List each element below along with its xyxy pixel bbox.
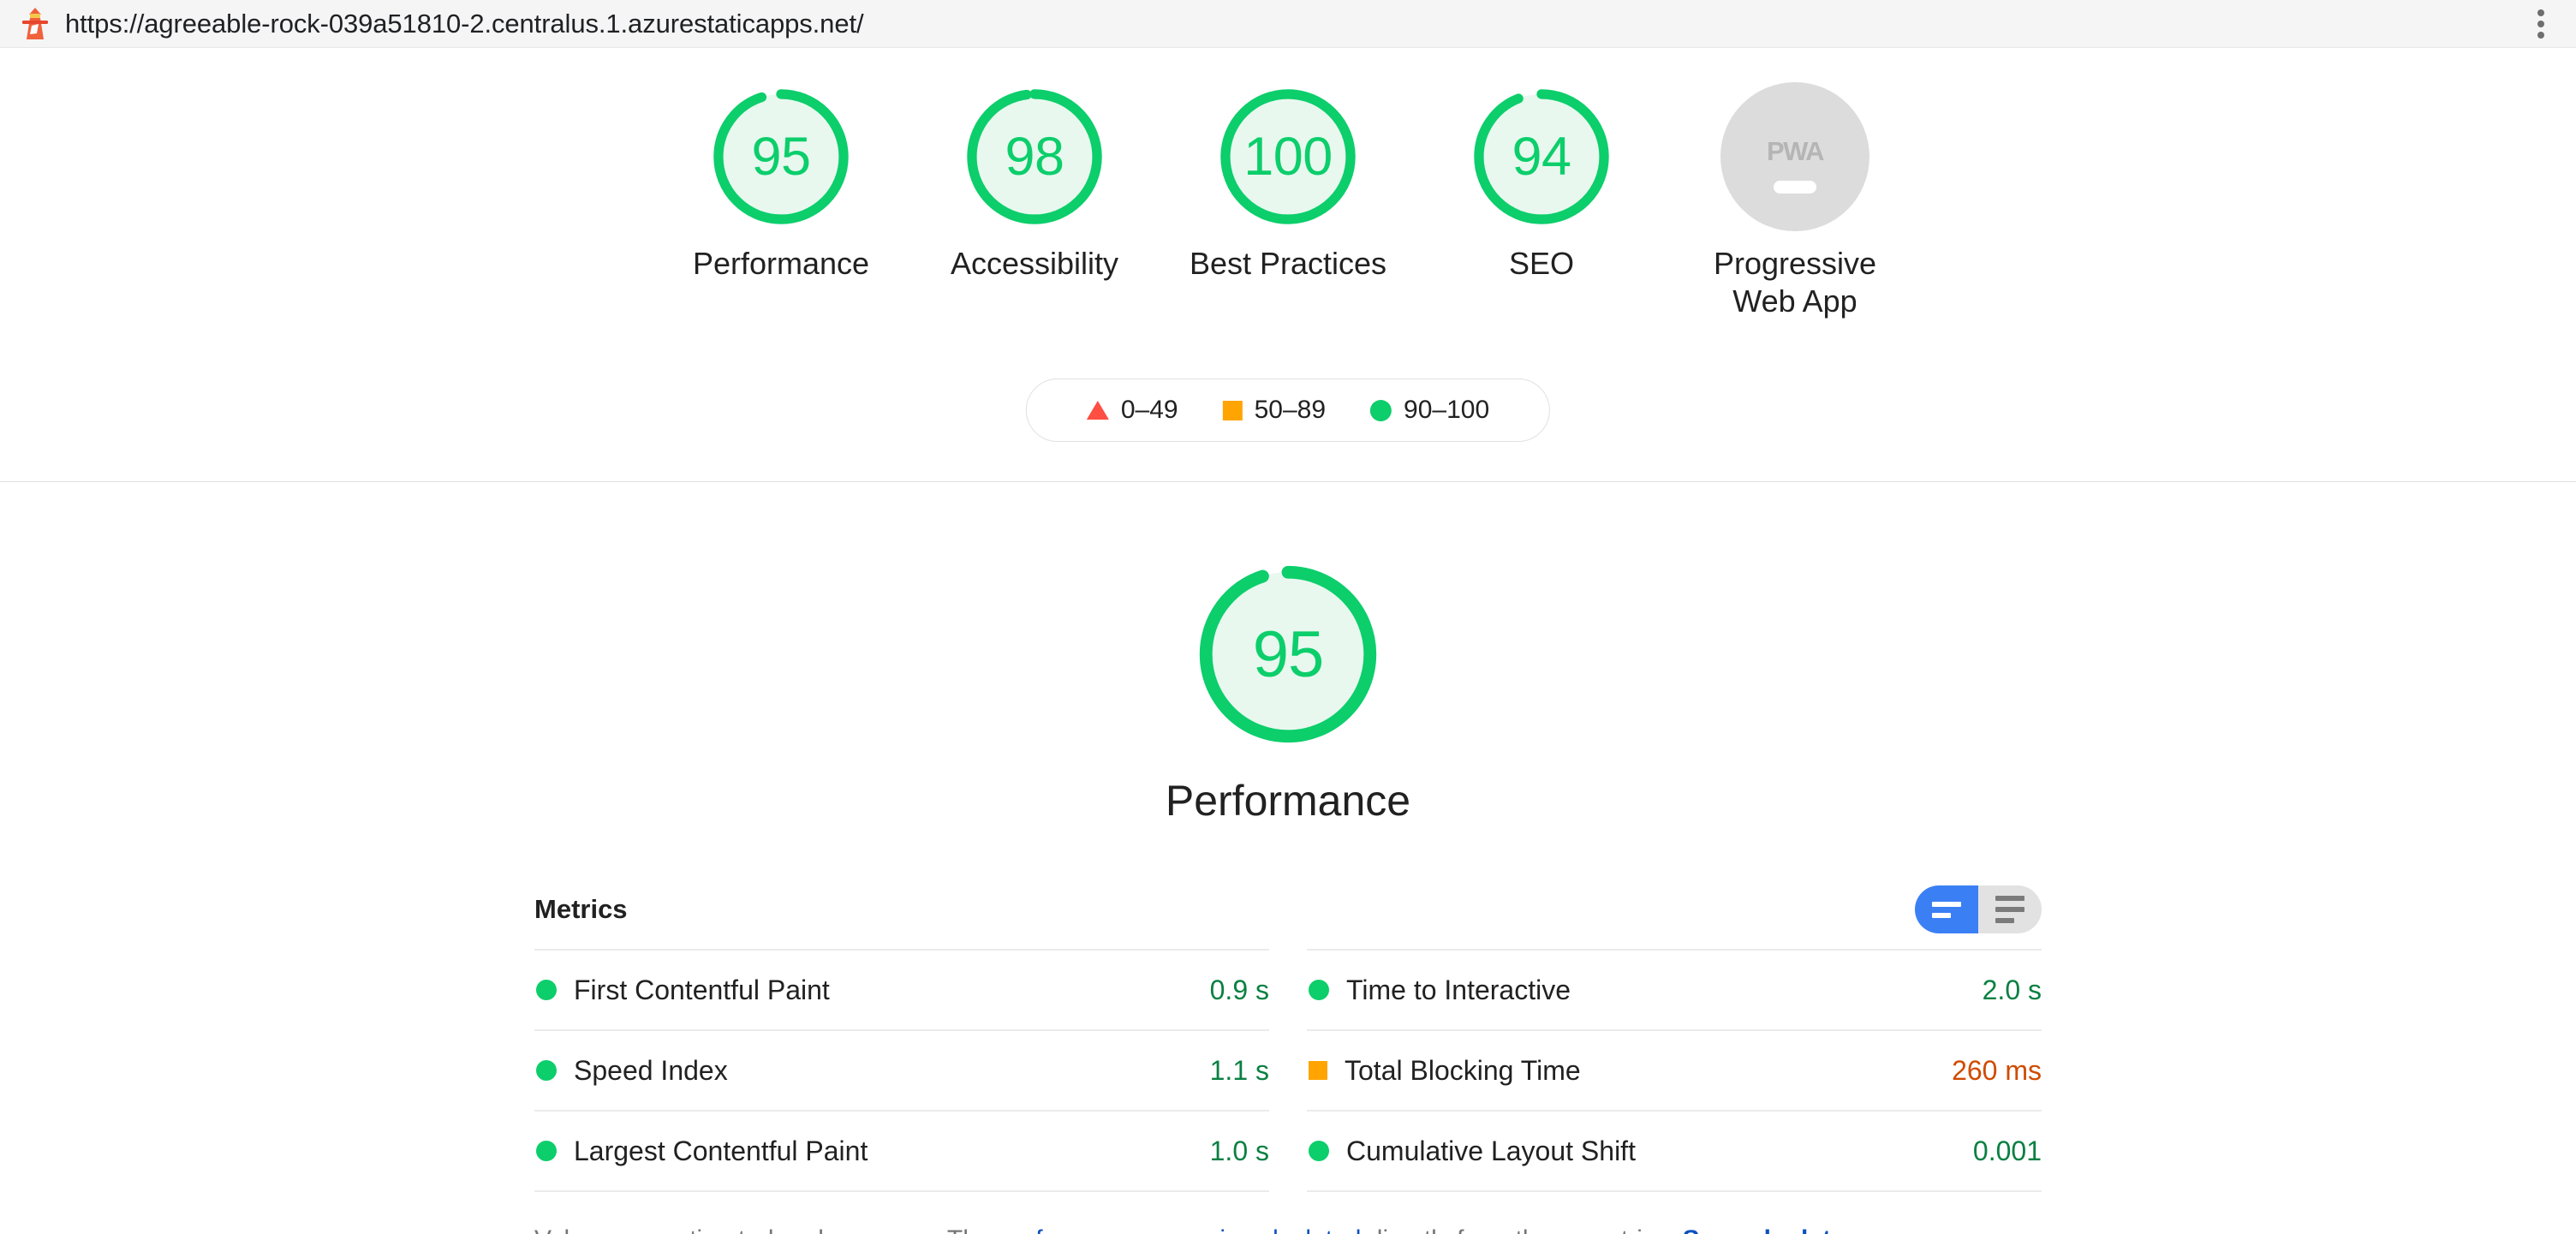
square-average-icon (1222, 400, 1243, 420)
gauge-value-best-practices: 100 (1243, 127, 1333, 187)
metric-row-time-to-interactive[interactable]: Time to Interactive 2.0 s (1307, 951, 2042, 1031)
triangle-fail-icon (1086, 401, 1109, 420)
score-gauge-accessibility[interactable]: 98 Accessibility (908, 82, 1161, 283)
kebab-dot (2537, 9, 2544, 16)
toggle-bar (1932, 901, 1961, 907)
metric-name: Total Blocking Time (1345, 1054, 1581, 1086)
kebab-menu-icon[interactable] (2523, 6, 2559, 42)
metrics-grid: First Contentful Paint 0.9 s Speed Index… (534, 949, 2042, 1192)
gauge-arc-best-practices: 100 (1213, 82, 1363, 231)
metrics-block: Metrics First Contentful Paint 0.9 s Spe… (534, 885, 2042, 1234)
metric-name: Largest Contentful Paint (574, 1135, 868, 1166)
gauge-label-seo: SEO (1508, 246, 1575, 281)
metrics-disclaimer-part1: Values are estimated and may vary. The (534, 1225, 999, 1234)
performance-score-value: 95 (1252, 617, 1325, 691)
metrics-column-right: Time to Interactive 2.0 s Total Blocking… (1307, 949, 2042, 1192)
legend-label-pass: 90–100 (1404, 396, 1490, 424)
performance-category-title: Performance (1165, 777, 1411, 825)
legend-item-pass: 90–100 (1370, 396, 1489, 425)
lighthouse-icon (22, 7, 48, 39)
legend-label-fail: 0–49 (1120, 396, 1178, 424)
performance-category-section: 95 Performance Metrics First Contentful … (0, 483, 2576, 1234)
metric-status-icon-pass (536, 1060, 557, 1081)
pwa-not-applicable-dash-icon (1774, 180, 1816, 194)
metric-row-largest-contentful-paint[interactable]: Largest Contentful Paint 1.0 s (534, 1112, 1269, 1192)
kebab-dot (2537, 31, 2544, 39)
score-gauge-best-practices[interactable]: 100 Best Practices (1161, 82, 1415, 283)
toggle-bar (1995, 918, 2014, 923)
metric-row-cumulative-layout-shift[interactable]: Cumulative Layout Shift 0.001 (1307, 1112, 2042, 1192)
gauge-label-performance: Performance (692, 246, 870, 281)
metrics-header: Metrics (534, 885, 2042, 949)
gauge-value-seo: 94 (1512, 127, 1571, 187)
pwa-text: PWA (1766, 135, 1825, 166)
score-gauges-row: 95 Performance 98 Accessibility 100 Best… (0, 82, 2576, 321)
metrics-toggle-expanded-view[interactable] (1978, 885, 2042, 933)
gauge-label-pwa: Progressive Web App (1713, 246, 1877, 319)
metric-row-total-blocking-time[interactable]: Total Blocking Time 260 ms (1307, 1031, 2042, 1112)
legend-item-average: 50–89 (1222, 396, 1327, 425)
metrics-disclaimer-part2: directly from these metrics. (1361, 1225, 1682, 1234)
metrics-disclaimer: Values are estimated and may vary. The p… (534, 1223, 2042, 1234)
metrics-column-left: First Contentful Paint 0.9 s Speed Index… (534, 949, 1269, 1192)
metric-row-speed-index[interactable]: Speed Index 1.1 s (534, 1031, 1269, 1112)
gauge-arc-accessibility: 98 (960, 82, 1109, 231)
toggle-bar (1995, 896, 2024, 901)
legend-label-average: 50–89 (1254, 396, 1327, 424)
gauge-label-best-practices: Best Practices (1189, 246, 1387, 281)
metric-name: First Contentful Paint (574, 974, 830, 1005)
metrics-toggle-simple-view[interactable] (1915, 885, 1978, 933)
see-calculator-link[interactable]: See calculator. (1683, 1225, 1863, 1234)
metrics-view-toggle[interactable] (1915, 885, 2042, 933)
legend-item-fail: 0–49 (1086, 396, 1178, 425)
metric-name: Time to Interactive (1346, 974, 1571, 1005)
metric-value: 260 ms (1952, 1054, 2042, 1086)
metric-value: 2.0 s (1982, 974, 2042, 1005)
score-gauge-pwa[interactable]: PWA Progressive Web App (1668, 82, 1922, 321)
pwa-badge: PWA (1720, 82, 1869, 231)
gauge-label-accessibility: Accessibility (950, 246, 1119, 281)
url-text[interactable]: https://agreeable-rock-039a51810-2.centr… (65, 9, 2523, 39)
metric-name: Speed Index (574, 1054, 728, 1086)
metric-status-icon-pass (1309, 980, 1329, 1000)
toggle-bar (1932, 912, 1951, 918)
gauge-value-performance: 95 (751, 127, 811, 187)
performance-score-calculated-link[interactable]: performance score is calculated (999, 1225, 1362, 1234)
metric-value: 1.1 s (1209, 1054, 1269, 1086)
toggle-bar (1995, 907, 2024, 912)
metric-value: 1.0 s (1209, 1135, 1269, 1166)
browser-url-bar: https://agreeable-rock-039a51810-2.centr… (0, 0, 2576, 48)
metric-value: 0.9 s (1209, 974, 1269, 1005)
metric-value: 0.001 (1972, 1135, 2042, 1166)
metric-status-icon-pass (1309, 1141, 1329, 1161)
score-gauge-seo[interactable]: 94 SEO (1415, 82, 1668, 283)
score-legend: 0–49 50–89 90–100 (1025, 379, 1551, 442)
metric-row-first-contentful-paint[interactable]: First Contentful Paint 0.9 s (534, 951, 1269, 1031)
kebab-dot (2537, 20, 2544, 27)
metric-name: Cumulative Layout Shift (1346, 1135, 1636, 1166)
metric-status-icon-pass (536, 1141, 557, 1161)
metric-status-icon-pass (536, 980, 557, 1000)
gauge-value-accessibility: 98 (1005, 127, 1064, 187)
score-gauge-performance[interactable]: 95 Performance (654, 82, 908, 283)
performance-big-gauge: 95 (1190, 557, 1386, 752)
metric-status-icon-average (1309, 1061, 1327, 1080)
circle-pass-icon (1370, 399, 1392, 421)
scores-section: 95 Performance 98 Accessibility 100 Best… (0, 48, 2576, 482)
lighthouse-report-page: https://agreeable-rock-039a51810-2.centr… (0, 0, 2576, 1234)
gauge-arc-performance: 95 (707, 82, 856, 231)
metrics-heading: Metrics (534, 894, 628, 924)
gauge-arc-seo: 94 (1467, 82, 1616, 231)
